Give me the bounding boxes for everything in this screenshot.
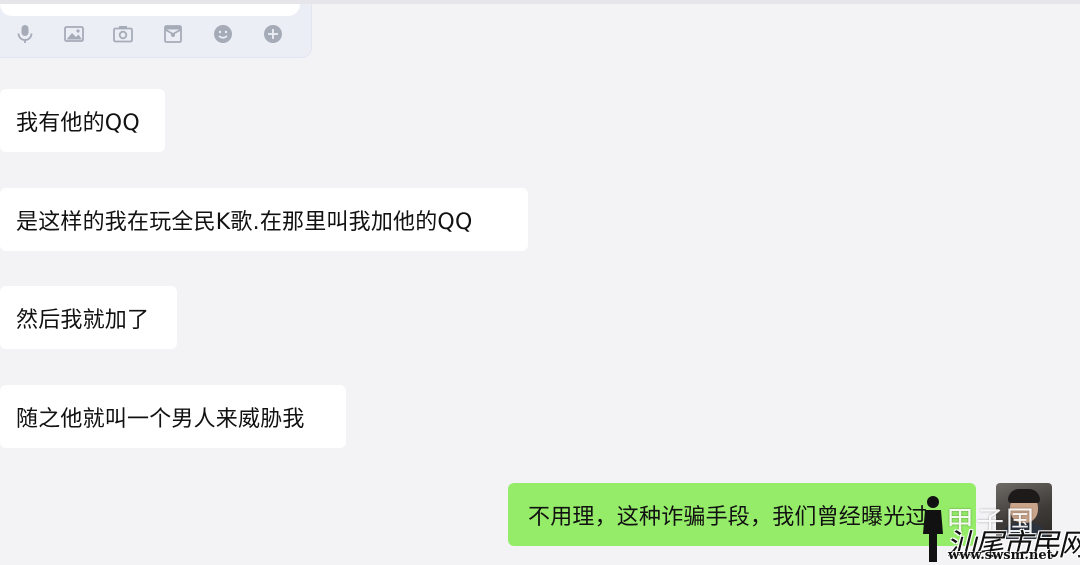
outgoing-message: 不用理，这种诈骗手段，我们曾经曝光过 (508, 483, 976, 546)
input-toolbar (0, 4, 312, 58)
incoming-message: 我有他的QQ (0, 89, 165, 152)
camera-icon[interactable] (112, 23, 134, 45)
watermark-logo: 汕尾市民网 www.swsm.net (916, 490, 1080, 564)
image-icon[interactable] (63, 23, 85, 45)
incoming-message: 是这样的我在玩全民K歌.在那里叫我加他的QQ (0, 188, 528, 251)
emoji-icon[interactable] (212, 23, 234, 45)
incoming-message: 然后我就加了 (0, 286, 177, 349)
plus-circle-icon[interactable] (262, 23, 284, 45)
incoming-message: 随之他就叫一个男人来威胁我 (0, 385, 346, 448)
microphone-icon[interactable] (14, 23, 36, 45)
red-packet-icon[interactable] (162, 23, 184, 45)
standing-figure-icon (923, 496, 943, 562)
previous-bubble-edge (0, 4, 300, 16)
watermark-url: www.swsm.net (948, 548, 1053, 563)
